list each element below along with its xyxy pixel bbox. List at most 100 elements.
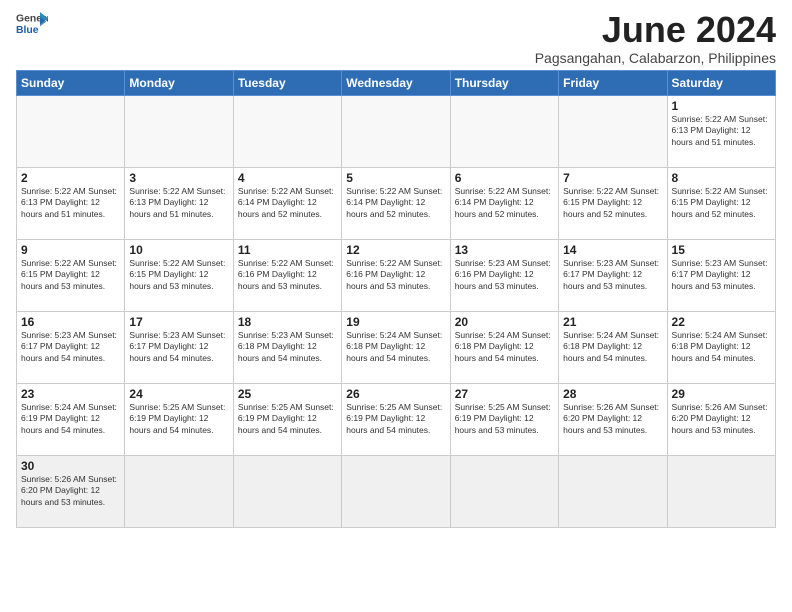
day-number: 14 xyxy=(563,243,662,257)
header: General Blue June 2024 Pagsangahan, Cala… xyxy=(16,10,776,66)
day-number: 28 xyxy=(563,387,662,401)
day-info: Sunrise: 5:23 AM Sunset: 6:17 PM Dayligh… xyxy=(672,258,771,292)
day-info: Sunrise: 5:22 AM Sunset: 6:16 PM Dayligh… xyxy=(238,258,337,292)
day-info: Sunrise: 5:23 AM Sunset: 6:17 PM Dayligh… xyxy=(21,330,120,364)
week-row-1: 2Sunrise: 5:22 AM Sunset: 6:13 PM Daylig… xyxy=(17,167,776,239)
table-row xyxy=(667,455,775,527)
table-row: 17Sunrise: 5:23 AM Sunset: 6:17 PM Dayli… xyxy=(125,311,233,383)
week-row-2: 9Sunrise: 5:22 AM Sunset: 6:15 PM Daylig… xyxy=(17,239,776,311)
table-row: 14Sunrise: 5:23 AM Sunset: 6:17 PM Dayli… xyxy=(559,239,667,311)
day-info: Sunrise: 5:22 AM Sunset: 6:14 PM Dayligh… xyxy=(238,186,337,220)
table-row xyxy=(450,95,558,167)
title-area: June 2024 Pagsangahan, Calabarzon, Phili… xyxy=(535,10,776,66)
table-row: 3Sunrise: 5:22 AM Sunset: 6:13 PM Daylig… xyxy=(125,167,233,239)
day-info: Sunrise: 5:22 AM Sunset: 6:14 PM Dayligh… xyxy=(455,186,554,220)
table-row: 1Sunrise: 5:22 AM Sunset: 6:13 PM Daylig… xyxy=(667,95,775,167)
day-info: Sunrise: 5:26 AM Sunset: 6:20 PM Dayligh… xyxy=(672,402,771,436)
day-number: 12 xyxy=(346,243,445,257)
table-row xyxy=(233,95,341,167)
table-row: 8Sunrise: 5:22 AM Sunset: 6:15 PM Daylig… xyxy=(667,167,775,239)
table-row: 2Sunrise: 5:22 AM Sunset: 6:13 PM Daylig… xyxy=(17,167,125,239)
day-number: 3 xyxy=(129,171,228,185)
col-saturday: Saturday xyxy=(667,70,775,95)
table-row: 26Sunrise: 5:25 AM Sunset: 6:19 PM Dayli… xyxy=(342,383,450,455)
week-row-4: 23Sunrise: 5:24 AM Sunset: 6:19 PM Dayli… xyxy=(17,383,776,455)
table-row: 15Sunrise: 5:23 AM Sunset: 6:17 PM Dayli… xyxy=(667,239,775,311)
table-row: 7Sunrise: 5:22 AM Sunset: 6:15 PM Daylig… xyxy=(559,167,667,239)
table-row: 21Sunrise: 5:24 AM Sunset: 6:18 PM Dayli… xyxy=(559,311,667,383)
day-info: Sunrise: 5:24 AM Sunset: 6:18 PM Dayligh… xyxy=(455,330,554,364)
day-number: 2 xyxy=(21,171,120,185)
table-row: 19Sunrise: 5:24 AM Sunset: 6:18 PM Dayli… xyxy=(342,311,450,383)
day-info: Sunrise: 5:25 AM Sunset: 6:19 PM Dayligh… xyxy=(129,402,228,436)
table-row: 20Sunrise: 5:24 AM Sunset: 6:18 PM Dayli… xyxy=(450,311,558,383)
table-row: 25Sunrise: 5:25 AM Sunset: 6:19 PM Dayli… xyxy=(233,383,341,455)
table-row: 10Sunrise: 5:22 AM Sunset: 6:15 PM Dayli… xyxy=(125,239,233,311)
day-number: 4 xyxy=(238,171,337,185)
table-row: 9Sunrise: 5:22 AM Sunset: 6:15 PM Daylig… xyxy=(17,239,125,311)
day-number: 18 xyxy=(238,315,337,329)
table-row: 27Sunrise: 5:25 AM Sunset: 6:19 PM Dayli… xyxy=(450,383,558,455)
day-number: 9 xyxy=(21,243,120,257)
day-info: Sunrise: 5:23 AM Sunset: 6:18 PM Dayligh… xyxy=(238,330,337,364)
day-number: 21 xyxy=(563,315,662,329)
table-row: 30Sunrise: 5:26 AM Sunset: 6:20 PM Dayli… xyxy=(17,455,125,527)
day-number: 20 xyxy=(455,315,554,329)
svg-text:Blue: Blue xyxy=(16,25,39,36)
day-info: Sunrise: 5:23 AM Sunset: 6:17 PM Dayligh… xyxy=(563,258,662,292)
table-row xyxy=(17,95,125,167)
table-row: 22Sunrise: 5:24 AM Sunset: 6:18 PM Dayli… xyxy=(667,311,775,383)
logo: General Blue xyxy=(16,10,50,38)
table-row xyxy=(559,95,667,167)
day-info: Sunrise: 5:26 AM Sunset: 6:20 PM Dayligh… xyxy=(21,474,120,508)
day-info: Sunrise: 5:26 AM Sunset: 6:20 PM Dayligh… xyxy=(563,402,662,436)
day-info: Sunrise: 5:24 AM Sunset: 6:18 PM Dayligh… xyxy=(346,330,445,364)
table-row xyxy=(233,455,341,527)
day-info: Sunrise: 5:23 AM Sunset: 6:16 PM Dayligh… xyxy=(455,258,554,292)
day-number: 10 xyxy=(129,243,228,257)
subtitle: Pagsangahan, Calabarzon, Philippines xyxy=(535,50,776,66)
week-row-5: 30Sunrise: 5:26 AM Sunset: 6:20 PM Dayli… xyxy=(17,455,776,527)
col-wednesday: Wednesday xyxy=(342,70,450,95)
page: General Blue June 2024 Pagsangahan, Cala… xyxy=(0,0,792,538)
table-row: 12Sunrise: 5:22 AM Sunset: 6:16 PM Dayli… xyxy=(342,239,450,311)
day-info: Sunrise: 5:22 AM Sunset: 6:15 PM Dayligh… xyxy=(672,186,771,220)
day-info: Sunrise: 5:24 AM Sunset: 6:18 PM Dayligh… xyxy=(672,330,771,364)
table-row xyxy=(342,455,450,527)
day-number: 7 xyxy=(563,171,662,185)
day-number: 5 xyxy=(346,171,445,185)
day-info: Sunrise: 5:22 AM Sunset: 6:15 PM Dayligh… xyxy=(563,186,662,220)
day-info: Sunrise: 5:22 AM Sunset: 6:13 PM Dayligh… xyxy=(21,186,120,220)
table-row: 13Sunrise: 5:23 AM Sunset: 6:16 PM Dayli… xyxy=(450,239,558,311)
table-row xyxy=(450,455,558,527)
table-row: 29Sunrise: 5:26 AM Sunset: 6:20 PM Dayli… xyxy=(667,383,775,455)
day-number: 13 xyxy=(455,243,554,257)
day-number: 8 xyxy=(672,171,771,185)
month-title: June 2024 xyxy=(535,10,776,50)
day-number: 11 xyxy=(238,243,337,257)
day-number: 29 xyxy=(672,387,771,401)
day-number: 15 xyxy=(672,243,771,257)
day-number: 1 xyxy=(672,99,771,113)
day-number: 24 xyxy=(129,387,228,401)
day-number: 26 xyxy=(346,387,445,401)
table-row: 6Sunrise: 5:22 AM Sunset: 6:14 PM Daylig… xyxy=(450,167,558,239)
day-number: 27 xyxy=(455,387,554,401)
day-info: Sunrise: 5:24 AM Sunset: 6:18 PM Dayligh… xyxy=(563,330,662,364)
day-number: 30 xyxy=(21,459,120,473)
col-tuesday: Tuesday xyxy=(233,70,341,95)
day-number: 6 xyxy=(455,171,554,185)
table-row xyxy=(125,455,233,527)
day-number: 19 xyxy=(346,315,445,329)
table-row: 18Sunrise: 5:23 AM Sunset: 6:18 PM Dayli… xyxy=(233,311,341,383)
day-info: Sunrise: 5:22 AM Sunset: 6:16 PM Dayligh… xyxy=(346,258,445,292)
table-row: 28Sunrise: 5:26 AM Sunset: 6:20 PM Dayli… xyxy=(559,383,667,455)
logo-icon: General Blue xyxy=(16,10,48,38)
table-row: 5Sunrise: 5:22 AM Sunset: 6:14 PM Daylig… xyxy=(342,167,450,239)
table-row: 24Sunrise: 5:25 AM Sunset: 6:19 PM Dayli… xyxy=(125,383,233,455)
day-info: Sunrise: 5:24 AM Sunset: 6:19 PM Dayligh… xyxy=(21,402,120,436)
table-row xyxy=(125,95,233,167)
day-info: Sunrise: 5:22 AM Sunset: 6:13 PM Dayligh… xyxy=(129,186,228,220)
day-info: Sunrise: 5:22 AM Sunset: 6:14 PM Dayligh… xyxy=(346,186,445,220)
day-number: 17 xyxy=(129,315,228,329)
